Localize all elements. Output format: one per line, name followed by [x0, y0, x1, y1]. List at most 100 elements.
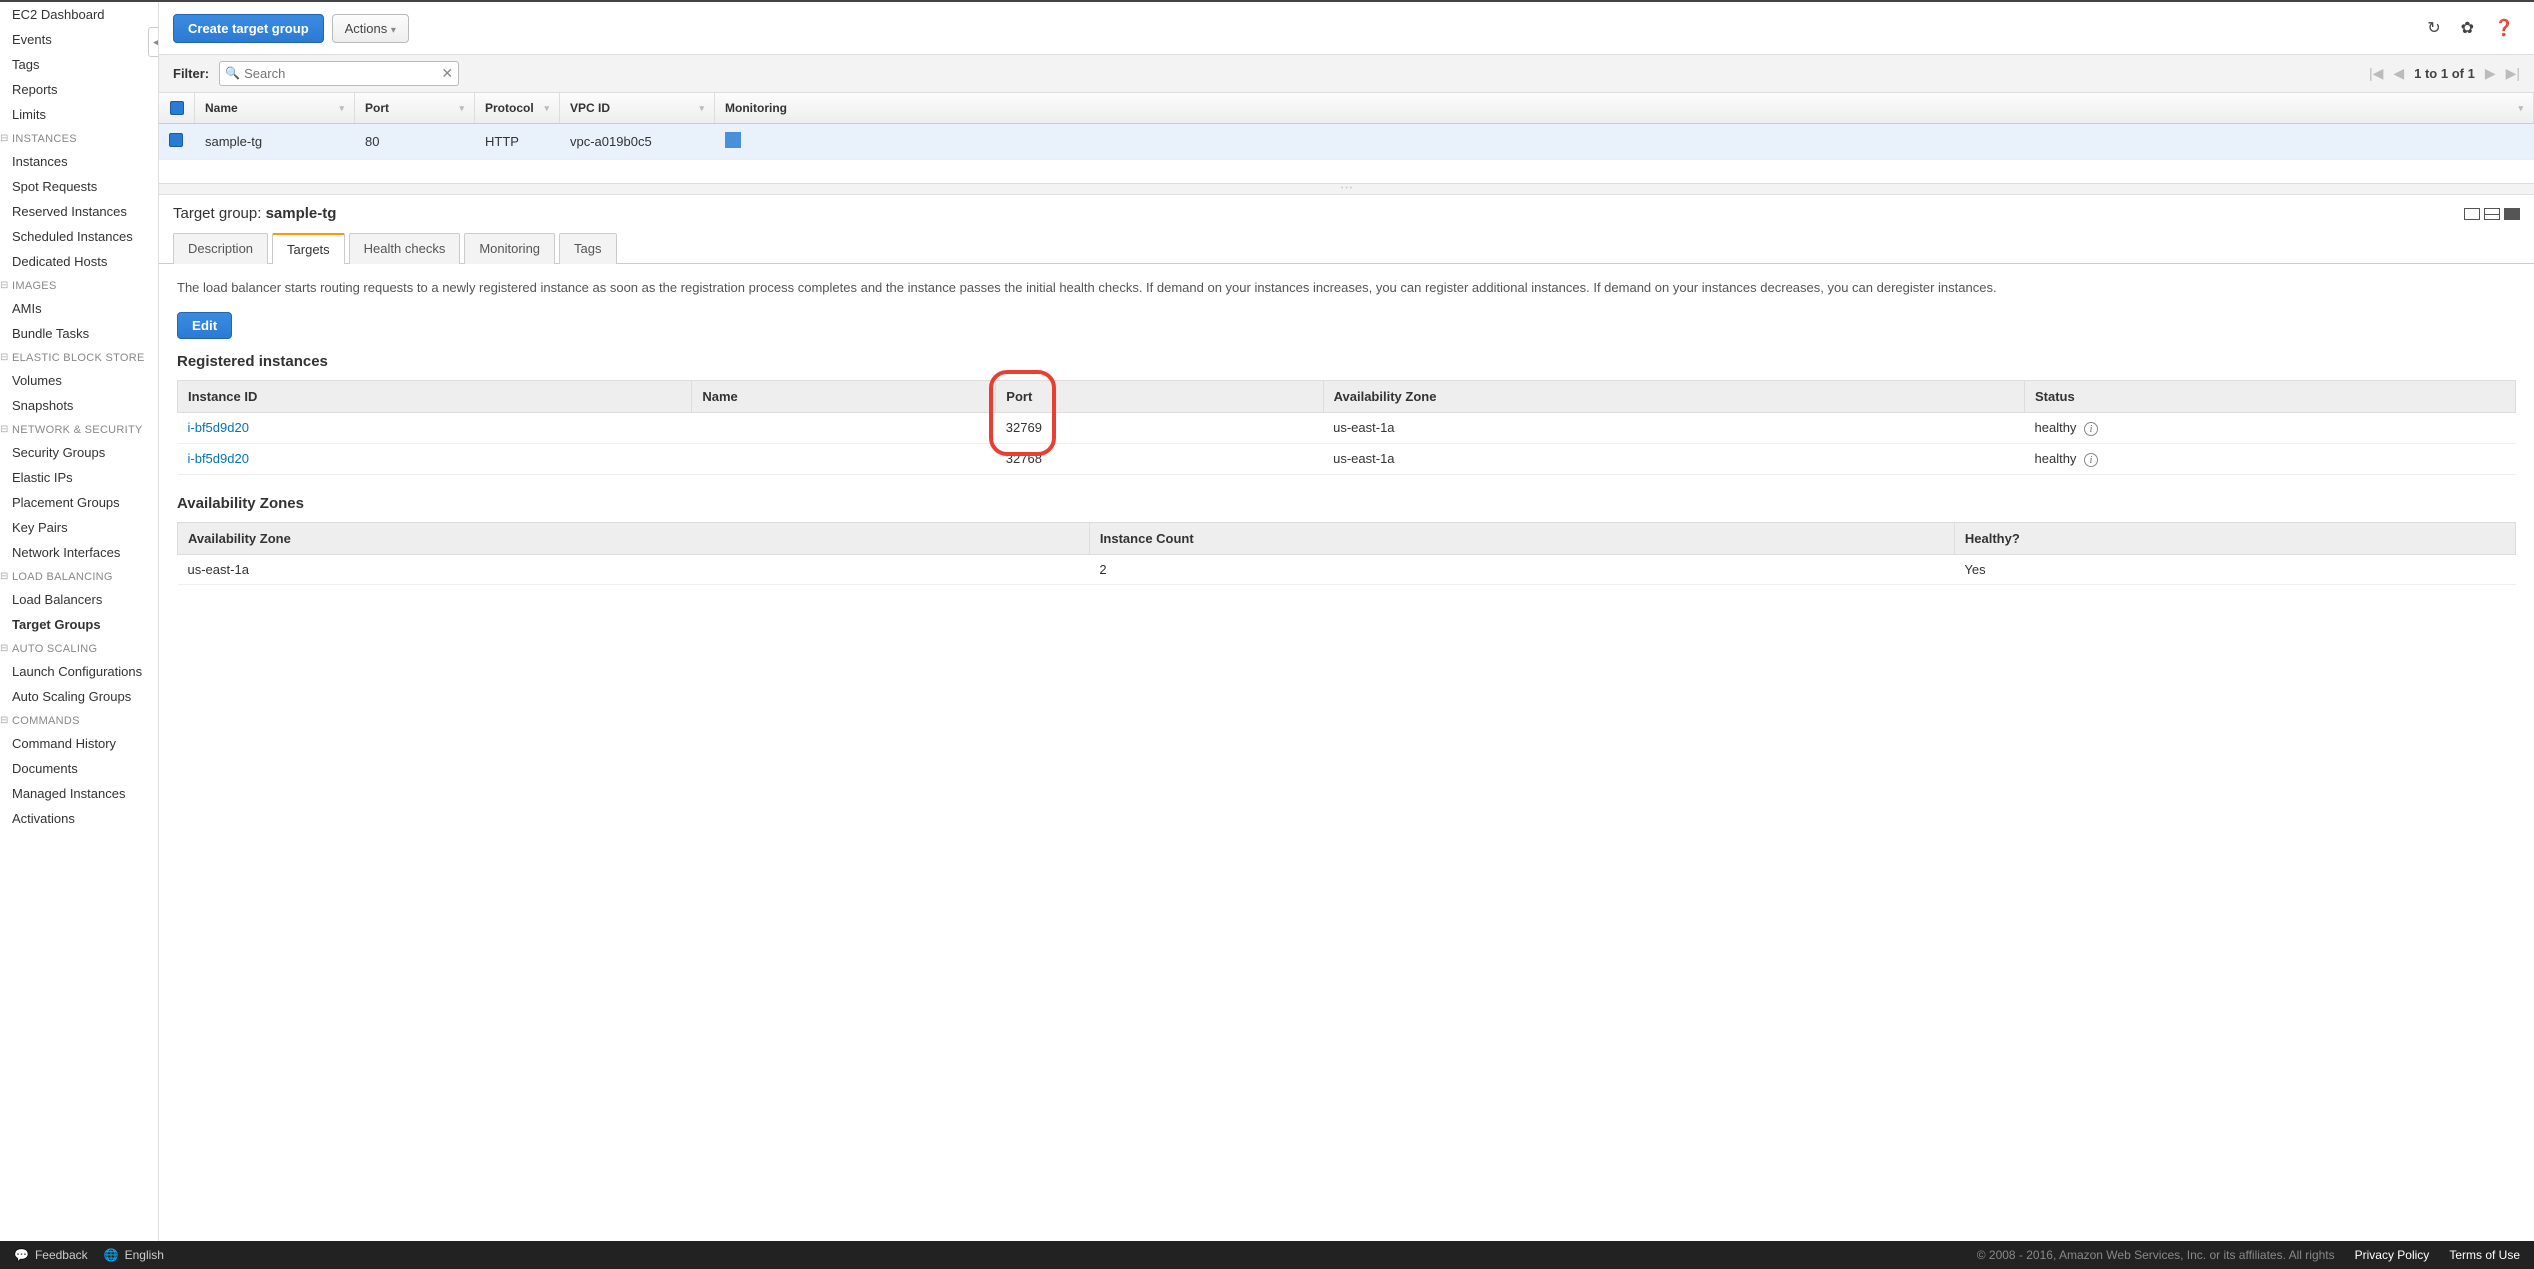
instance-name	[692, 412, 996, 443]
sidebar-item-activations[interactable]: Activations	[0, 806, 158, 831]
clear-search-icon[interactable]: ✕	[441, 65, 453, 82]
sidebar-item-reports[interactable]: Reports	[0, 77, 158, 102]
sidebar-item-amis[interactable]: AMIs	[0, 296, 158, 321]
sidebar-item-tags[interactable]: Tags	[0, 52, 158, 77]
detail-title: Target group: sample-tg	[173, 205, 336, 222]
page-last-icon[interactable]: ▶|	[2506, 65, 2520, 82]
panel-splitter[interactable]: • • •	[159, 183, 2534, 195]
sidebar-item-managed-instances[interactable]: Managed Instances	[0, 781, 158, 806]
search-input[interactable]	[219, 61, 459, 86]
reg-col-port[interactable]: Port	[996, 380, 1323, 412]
col-name[interactable]: Name	[195, 93, 355, 123]
layout-full-icon[interactable]	[2504, 208, 2520, 220]
col-vpc[interactable]: VPC ID	[560, 93, 715, 123]
row-checkbox[interactable]	[169, 133, 183, 147]
page-info: 1 to 1 of 1	[2414, 66, 2475, 81]
sidebar-item-reserved-instances[interactable]: Reserved Instances	[0, 199, 158, 224]
sidebar-item-key-pairs[interactable]: Key Pairs	[0, 515, 158, 540]
filter-bar: Filter: 🔍 ✕ |◀ ◀ 1 to 1 of 1 ▶ ▶|	[159, 54, 2534, 93]
instance-status: healthy i	[2025, 412, 2516, 443]
sidebar-header-commands[interactable]: COMMANDS	[0, 709, 158, 731]
sidebar-item-documents[interactable]: Documents	[0, 756, 158, 781]
sidebar-item-placement-groups[interactable]: Placement Groups	[0, 490, 158, 515]
col-monitoring[interactable]: Monitoring	[715, 93, 2534, 123]
tab-tags[interactable]: Tags	[559, 233, 616, 264]
sidebar-item-limits[interactable]: Limits	[0, 102, 158, 127]
table-row[interactable]: sample-tg 80 HTTP vpc-a019b0c5	[159, 124, 2534, 160]
globe-icon: 🌐	[104, 1248, 119, 1262]
availability-zones-title: Availability Zones	[177, 495, 2516, 512]
sidebar-item-launch-configurations[interactable]: Launch Configurations	[0, 659, 158, 684]
reg-col-id[interactable]: Instance ID	[178, 380, 692, 412]
sidebar-item-spot-requests[interactable]: Spot Requests	[0, 174, 158, 199]
language-selector[interactable]: 🌐 English	[104, 1248, 164, 1262]
filter-label: Filter:	[173, 66, 209, 81]
sidebar-header-instances[interactable]: INSTANCES	[0, 127, 158, 149]
col-port[interactable]: Port	[355, 93, 475, 123]
info-icon[interactable]: i	[2084, 453, 2098, 467]
az-count: 2	[1089, 554, 1954, 584]
sidebar-item-load-balancers[interactable]: Load Balancers	[0, 587, 158, 612]
tab-description[interactable]: Description	[173, 233, 268, 264]
help-icon[interactable]: ❓	[2488, 12, 2520, 44]
detail-tabs: DescriptionTargetsHealth checksMonitorin…	[159, 232, 2534, 264]
col-protocol[interactable]: Protocol	[475, 93, 560, 123]
info-icon[interactable]: i	[2084, 422, 2098, 436]
page-prev-icon[interactable]: ◀	[2393, 65, 2404, 82]
refresh-icon[interactable]: ↻	[2421, 12, 2446, 44]
tab-targets[interactable]: Targets	[272, 233, 345, 264]
page-first-icon[interactable]: |◀	[2369, 65, 2383, 82]
instance-az: us-east-1a	[1323, 443, 2024, 474]
target-groups-table-header: Name Port Protocol VPC ID Monitoring	[159, 93, 2534, 124]
sidebar-item-elastic-ips[interactable]: Elastic IPs	[0, 465, 158, 490]
sidebar-header-auto-scaling[interactable]: AUTO SCALING	[0, 637, 158, 659]
privacy-link[interactable]: Privacy Policy	[2355, 1248, 2430, 1262]
sidebar-item-auto-scaling-groups[interactable]: Auto Scaling Groups	[0, 684, 158, 709]
sidebar-item-ec2-dashboard[interactable]: EC2 Dashboard	[0, 2, 158, 27]
sidebar-item-bundle-tasks[interactable]: Bundle Tasks	[0, 321, 158, 346]
sidebar-item-security-groups[interactable]: Security Groups	[0, 440, 158, 465]
sidebar-collapse-button[interactable]: ◀	[148, 27, 158, 57]
az-name: us-east-1a	[178, 554, 1090, 584]
sidebar-item-command-history[interactable]: Command History	[0, 731, 158, 756]
settings-icon[interactable]: ✿	[2455, 12, 2480, 44]
sidebar-header-network-security[interactable]: NETWORK & SECURITY	[0, 418, 158, 440]
sidebar-item-snapshots[interactable]: Snapshots	[0, 393, 158, 418]
sidebar-item-volumes[interactable]: Volumes	[0, 368, 158, 393]
page-next-icon[interactable]: ▶	[2485, 65, 2496, 82]
reg-col-az[interactable]: Availability Zone	[1323, 380, 2024, 412]
instance-id-link[interactable]: i-bf5d9d20	[178, 412, 692, 443]
sidebar-item-target-groups[interactable]: Target Groups	[0, 612, 158, 637]
sidebar-item-dedicated-hosts[interactable]: Dedicated Hosts	[0, 249, 158, 274]
feedback-icon: 💬	[14, 1248, 29, 1262]
reg-col-name[interactable]: Name	[692, 380, 996, 412]
instance-id-link[interactable]: i-bf5d9d20	[178, 443, 692, 474]
instance-status: healthy i	[2025, 443, 2516, 474]
feedback-button[interactable]: 💬 Feedback	[14, 1248, 88, 1262]
monitoring-icon	[725, 132, 741, 148]
az-col-healthy[interactable]: Healthy?	[1954, 522, 2515, 554]
sidebar-item-instances[interactable]: Instances	[0, 149, 158, 174]
tab-monitoring[interactable]: Monitoring	[464, 233, 555, 264]
az-col-zone[interactable]: Availability Zone	[178, 522, 1090, 554]
create-target-group-button[interactable]: Create target group	[173, 14, 324, 43]
actions-dropdown[interactable]: Actions ▾	[332, 14, 409, 43]
sidebar-item-events[interactable]: Events	[0, 27, 158, 52]
sidebar-item-network-interfaces[interactable]: Network Interfaces	[0, 540, 158, 565]
sidebar-header-elastic-block-store[interactable]: ELASTIC BLOCK STORE	[0, 346, 158, 368]
reg-col-status[interactable]: Status	[2025, 380, 2516, 412]
az-col-count[interactable]: Instance Count	[1089, 522, 1954, 554]
terms-link[interactable]: Terms of Use	[2449, 1248, 2520, 1262]
layout-split-icon[interactable]	[2484, 208, 2500, 220]
edit-button[interactable]: Edit	[177, 312, 232, 339]
instance-port: 32768	[996, 443, 1323, 474]
instance-port: 32769	[996, 412, 1323, 443]
sidebar-header-load-balancing[interactable]: LOAD BALANCING	[0, 565, 158, 587]
sidebar-item-scheduled-instances[interactable]: Scheduled Instances	[0, 224, 158, 249]
sidebar: ◀ EC2 DashboardEventsTagsReportsLimits I…	[0, 2, 158, 1241]
sidebar-header-images[interactable]: IMAGES	[0, 274, 158, 296]
tab-health-checks[interactable]: Health checks	[349, 233, 461, 264]
search-icon: 🔍	[225, 66, 240, 80]
layout-top-icon[interactable]	[2464, 208, 2480, 220]
select-all-checkbox[interactable]	[170, 101, 184, 115]
